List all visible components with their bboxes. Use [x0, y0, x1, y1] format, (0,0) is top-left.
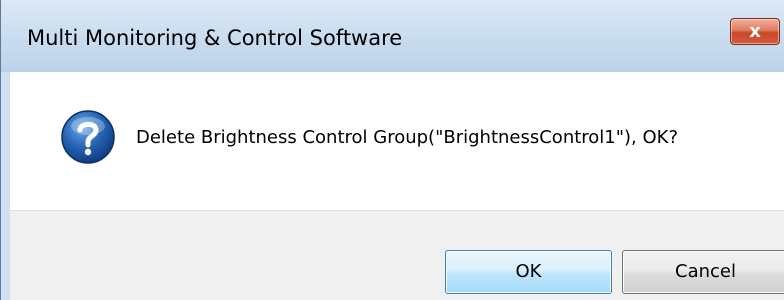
message-dialog: Multi Monitoring & Control Software x De… — [0, 0, 784, 300]
close-button[interactable]: x — [730, 18, 780, 45]
question-icon — [61, 110, 115, 164]
message-text: Delete Brightness Control Group("Brightn… — [136, 127, 679, 148]
title-bar[interactable]: Multi Monitoring & Control Software x — [1, 0, 784, 72]
button-bar: OK Cancel — [10, 210, 784, 300]
ok-button[interactable]: OK — [445, 250, 612, 294]
dialog-content: Delete Brightness Control Group("Brightn… — [10, 72, 784, 300]
close-icon: x — [749, 21, 761, 42]
cancel-button[interactable]: Cancel — [622, 250, 784, 294]
window-title: Multi Monitoring & Control Software — [27, 26, 403, 50]
message-area: Delete Brightness Control Group("Brightn… — [10, 72, 784, 210]
